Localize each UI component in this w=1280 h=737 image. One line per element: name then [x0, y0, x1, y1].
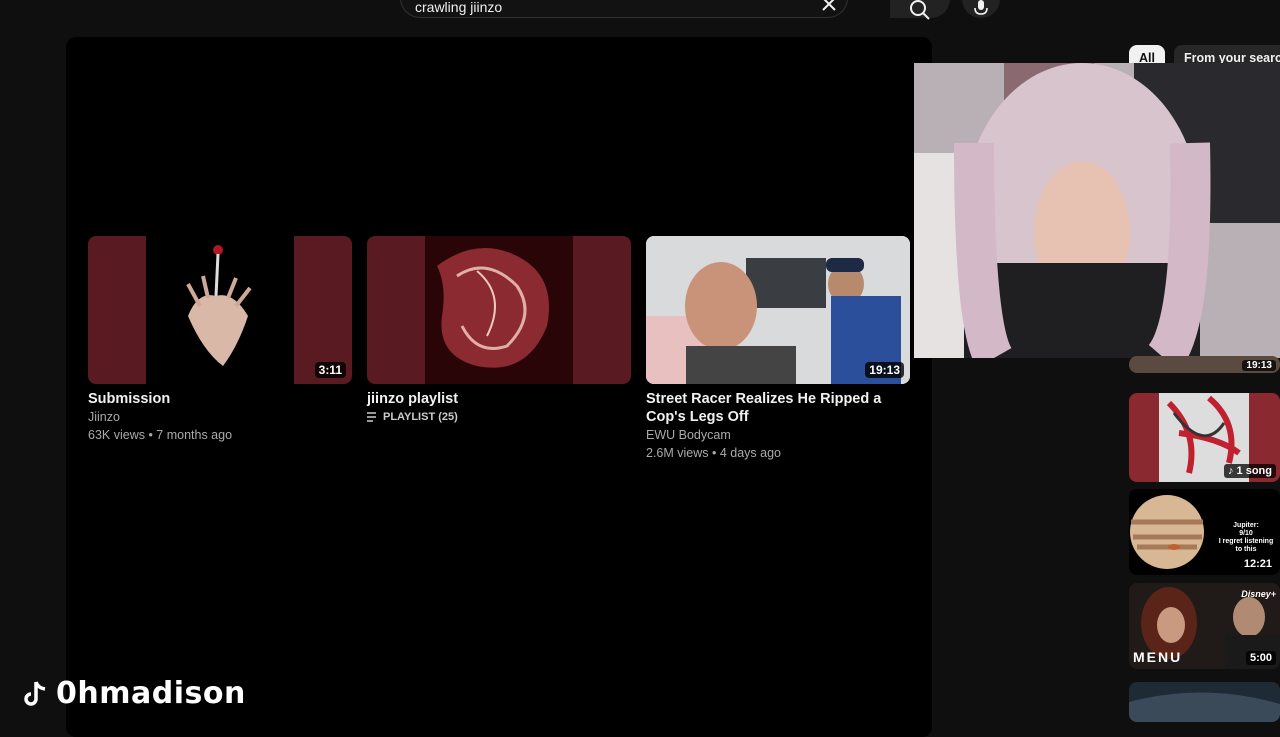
video-duration: 12:21 — [1239, 557, 1276, 571]
song-count: 1 song — [1236, 465, 1272, 477]
search-box[interactable]: crawling jiinzo — [400, 0, 848, 18]
channel-name[interactable]: Jiinzo — [88, 408, 352, 426]
song-count-badge: ♪ 1 song — [1223, 464, 1276, 478]
video-duration: 19:13 — [1242, 360, 1276, 371]
end-screen-playlist-card[interactable]: jiinzo playlist PLAYLIST (25) — [367, 236, 631, 423]
thumb-caption: Jupiter: 9/10 I regret listening to this — [1215, 522, 1277, 554]
sidebar-video-thumbnail[interactable]: ♪ 1 song — [1129, 393, 1280, 482]
caption-line: 9/10 — [1239, 530, 1253, 537]
playlist-thumbnail[interactable] — [367, 236, 631, 384]
voice-search-button[interactable] — [962, 0, 1000, 18]
video-duration: 3:11 — [314, 362, 346, 378]
video-title[interactable]: Street Racer Realizes He Ripped a Cop's … — [646, 390, 910, 426]
disney-plus-logo: Disney+ — [1241, 589, 1276, 599]
playlist-icon — [367, 412, 376, 422]
playlist-label: PLAYLIST (25) — [383, 411, 458, 423]
caption-line: Jupiter: — [1233, 522, 1259, 529]
tiktok-watermark: 0hmadison — [22, 676, 246, 711]
playlist-count: PLAYLIST (25) — [367, 411, 631, 423]
channel-name[interactable]: EWU Bodycam — [646, 426, 910, 444]
sidebar-video-thumbnail[interactable]: 19:13 — [1129, 356, 1280, 373]
search-icon — [910, 0, 930, 20]
tiktok-icon — [24, 680, 46, 706]
caption-line: I regret listening to this — [1218, 538, 1274, 553]
mic-icon — [974, 0, 988, 15]
video-thumbnail[interactable]: 19:13 — [646, 236, 910, 384]
search-input[interactable]: crawling jiinzo — [415, 0, 502, 15]
end-screen-video-card[interactable]: 19:13 Street Racer Realizes He Ripped a … — [646, 236, 910, 462]
sidebar-video-thumbnail[interactable] — [1129, 682, 1280, 722]
video-thumbnail[interactable]: 3:11 — [88, 236, 352, 384]
video-thumbnail-image — [1129, 692, 1280, 722]
search-button[interactable] — [890, 0, 950, 20]
video-duration: 5:00 — [1245, 651, 1276, 665]
sidebar-video-thumbnail[interactable]: MENU Disney+ 5:00 — [1129, 583, 1280, 669]
video-stats: 63K views • 7 months ago — [88, 428, 233, 442]
streamer-webcam-image — [914, 63, 1280, 358]
sidebar-video-thumbnail[interactable]: Jupiter: 9/10 I regret listening to this… — [1129, 489, 1280, 575]
playlist-title[interactable]: jiinzo playlist — [367, 390, 631, 408]
webcam-overlay — [914, 63, 1280, 358]
video-title[interactable]: Submission — [88, 390, 352, 408]
creator-handle: 0hmadison — [56, 676, 246, 711]
end-screen-video-card[interactable]: 3:11 Submission Jiinzo 63K views • 7 mon… — [88, 236, 352, 444]
video-stats: 2.6M views • 4 days ago — [646, 446, 781, 460]
abstract-artwork-image — [425, 236, 573, 384]
hands-artwork-image — [186, 245, 252, 366]
close-icon[interactable] — [821, 0, 837, 12]
movie-title-text: MENU — [1133, 649, 1183, 665]
video-duration: 19:13 — [865, 362, 904, 378]
